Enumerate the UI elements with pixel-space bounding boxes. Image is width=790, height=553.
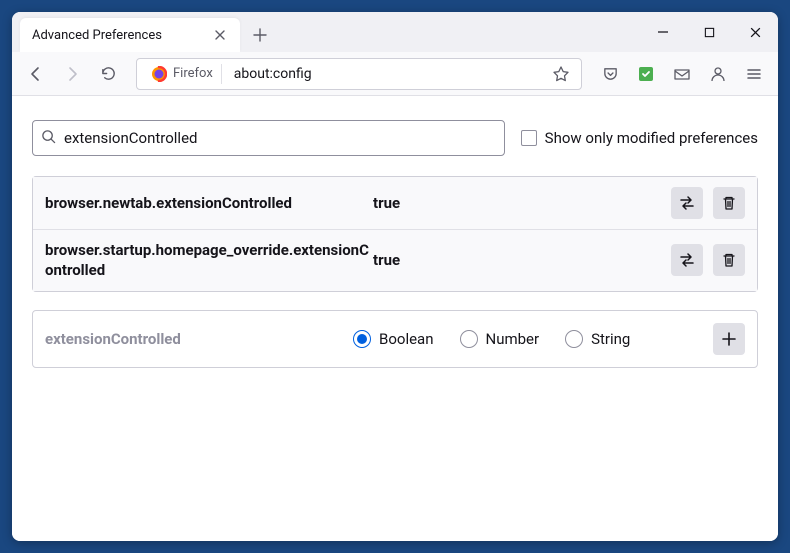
extension-icon[interactable] [630, 58, 662, 90]
radio-boolean[interactable]: Boolean [353, 330, 434, 348]
account-icon[interactable] [702, 58, 734, 90]
search-row: Show only modified preferences [32, 120, 758, 156]
toggle-button[interactable] [671, 187, 703, 219]
toggle-button[interactable] [671, 244, 703, 276]
close-window-button[interactable] [732, 12, 778, 52]
add-button[interactable] [713, 323, 745, 355]
show-modified-checkbox[interactable]: Show only modified preferences [521, 129, 758, 147]
tab-title: Advanced Preferences [32, 28, 202, 43]
url-text[interactable]: about:config [228, 66, 541, 82]
new-pref-name: extensionControlled [45, 330, 345, 348]
radio-string[interactable]: String [565, 330, 630, 348]
delete-button[interactable] [713, 244, 745, 276]
close-icon[interactable] [212, 27, 228, 43]
radio-icon [353, 330, 371, 348]
forward-button[interactable] [56, 58, 88, 90]
maximize-button[interactable] [686, 12, 732, 52]
menu-button[interactable] [738, 58, 770, 90]
radio-icon [460, 330, 478, 348]
identity-label: Firefox [173, 66, 213, 81]
new-tab-button[interactable] [246, 21, 274, 49]
pref-name: browser.startup.homepage_override.extens… [45, 240, 373, 281]
window-controls [640, 12, 778, 52]
radio-text: Number [486, 330, 540, 348]
table-row[interactable]: browser.newtab.extensionControlled true [33, 177, 757, 230]
pref-name: browser.newtab.extensionControlled [45, 193, 373, 213]
type-radio-group: Boolean Number String [353, 330, 705, 348]
pocket-icon[interactable] [594, 58, 626, 90]
table-row[interactable]: browser.startup.homepage_override.extens… [33, 230, 757, 291]
reload-button[interactable] [92, 58, 124, 90]
tab-active[interactable]: Advanced Preferences [20, 18, 240, 52]
tab-strip: Advanced Preferences [12, 12, 640, 52]
delete-button[interactable] [713, 187, 745, 219]
pref-value: true [373, 194, 671, 212]
url-bar[interactable]: Firefox about:config [136, 58, 582, 90]
radio-text: Boolean [379, 330, 434, 348]
about-config-content: Show only modified preferences browser.n… [12, 96, 778, 541]
minimize-button[interactable] [640, 12, 686, 52]
radio-text: String [591, 330, 630, 348]
search-icon [41, 129, 56, 148]
identity-box[interactable]: Firefox [143, 64, 222, 84]
search-input[interactable] [64, 129, 496, 147]
new-pref-row: extensionControlled Boolean Number Strin… [32, 310, 758, 368]
firefox-icon [151, 66, 167, 82]
pref-actions [671, 244, 745, 276]
pref-actions [671, 187, 745, 219]
back-button[interactable] [20, 58, 52, 90]
nav-toolbar: Firefox about:config [12, 52, 778, 96]
checkbox-text: Show only modified preferences [545, 129, 758, 147]
pref-value: true [373, 251, 671, 269]
results-table: browser.newtab.extensionControlled true … [32, 176, 758, 292]
radio-number[interactable]: Number [460, 330, 540, 348]
inbox-icon[interactable] [666, 58, 698, 90]
radio-icon [565, 330, 583, 348]
titlebar: Advanced Preferences [12, 12, 778, 52]
browser-window: Advanced Preferences [12, 12, 778, 541]
bookmark-star-icon[interactable] [547, 60, 575, 88]
search-box[interactable] [32, 120, 505, 156]
checkbox-icon [521, 130, 537, 146]
